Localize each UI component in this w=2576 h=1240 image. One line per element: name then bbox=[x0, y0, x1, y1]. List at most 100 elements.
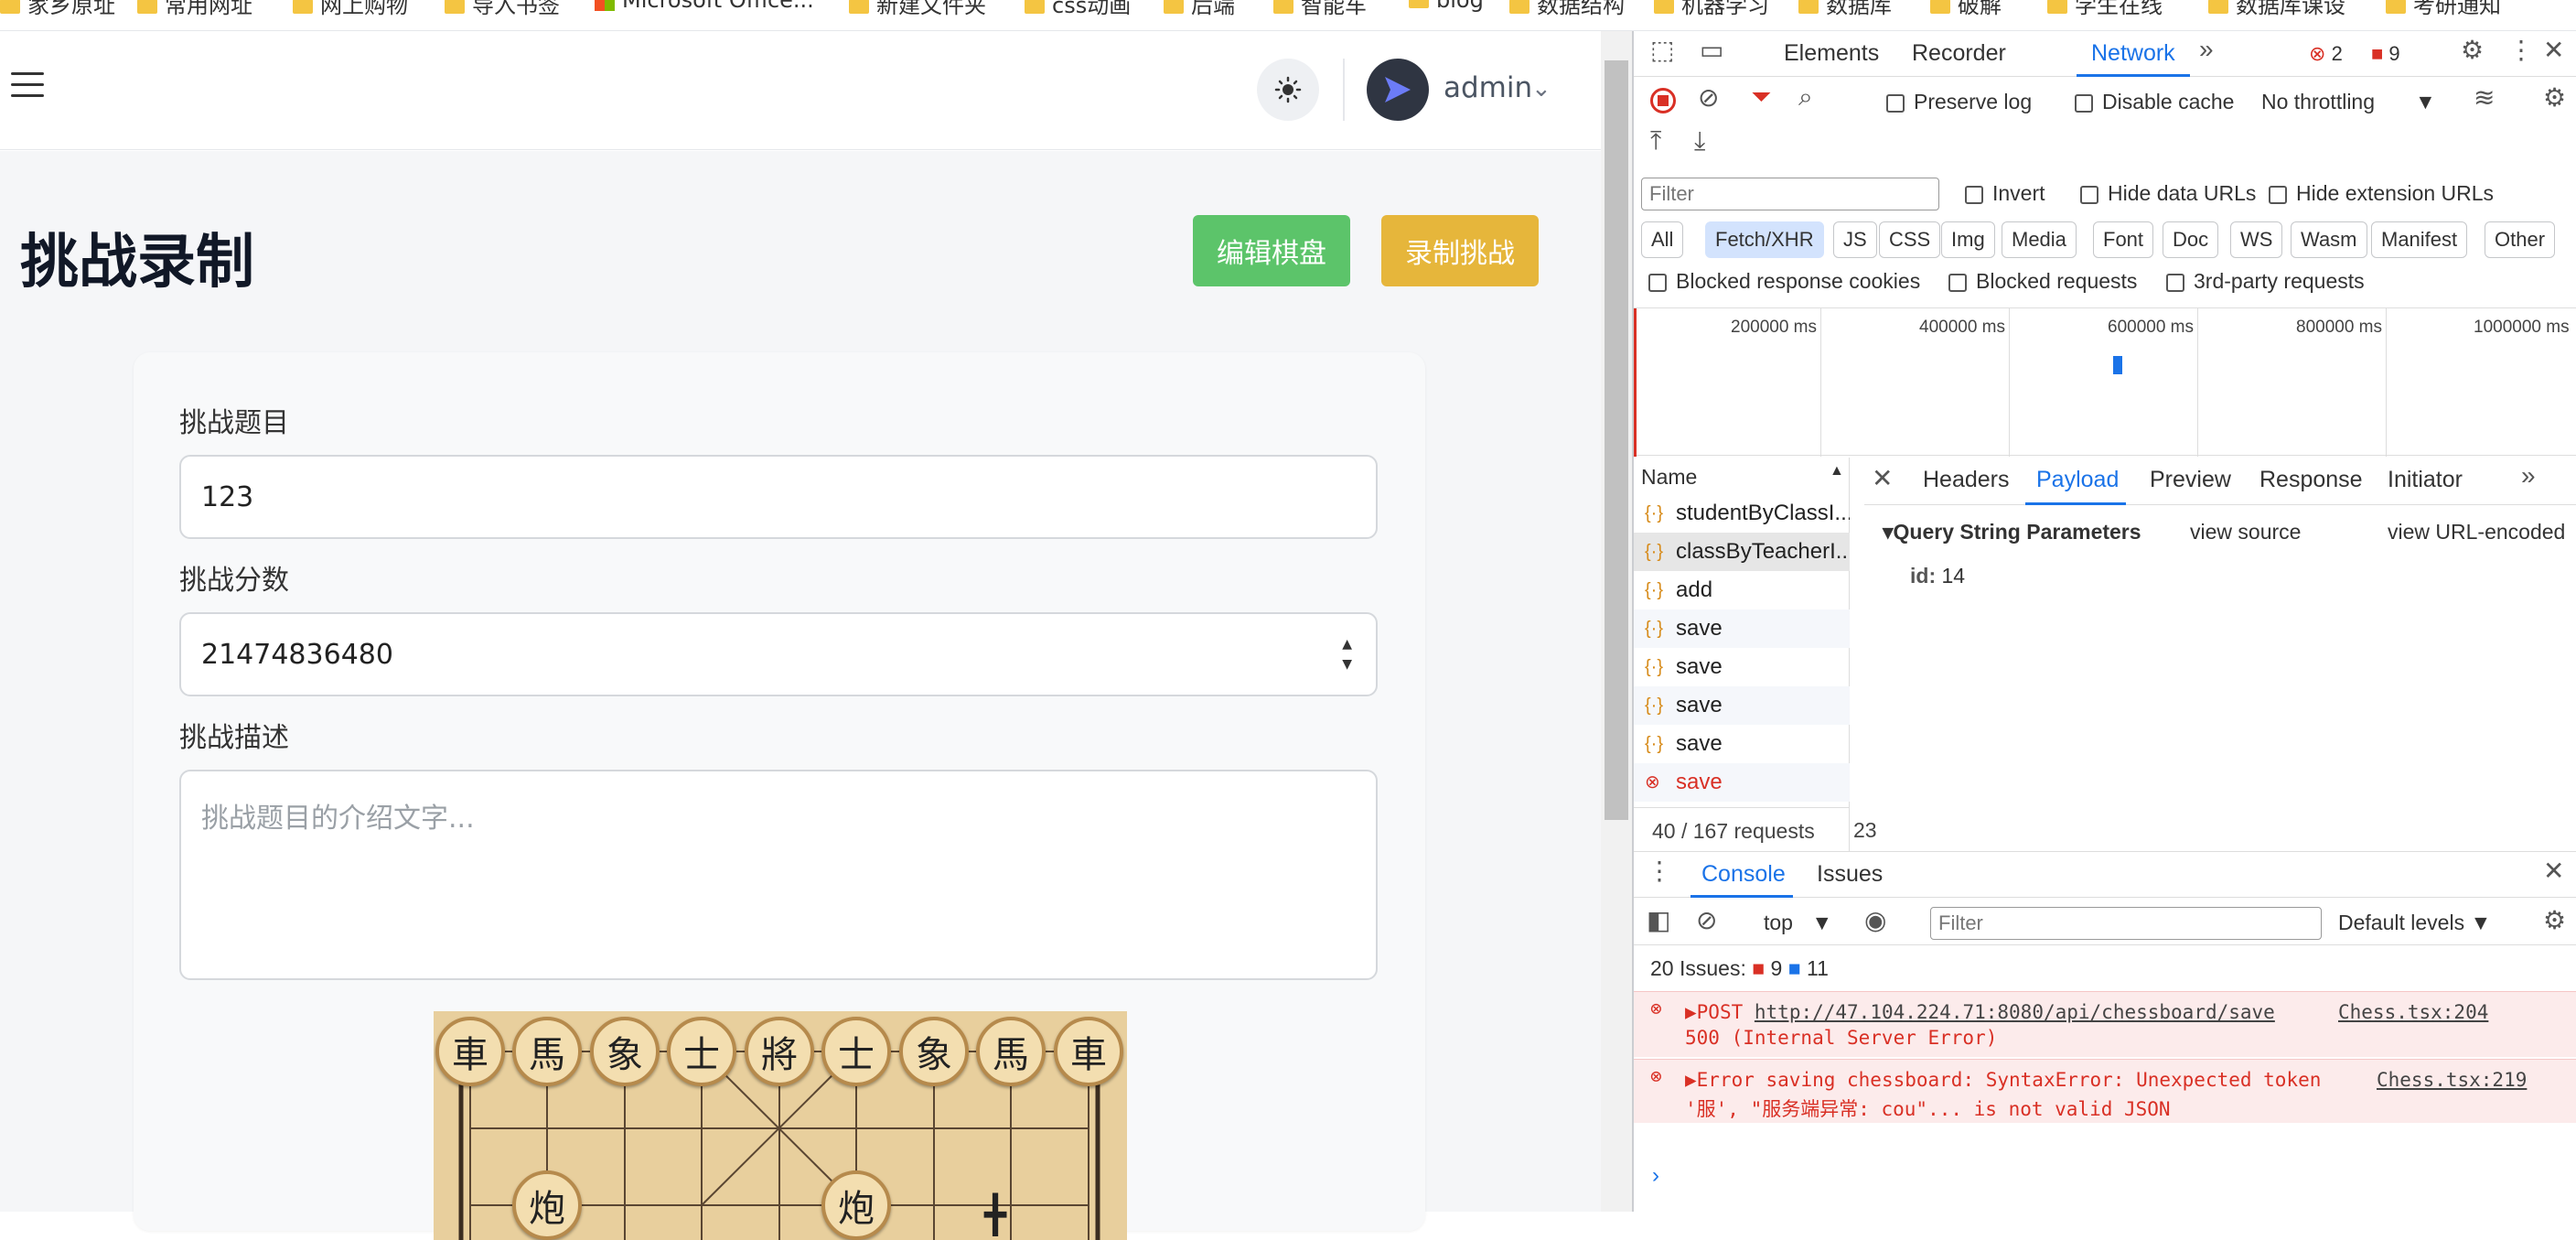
inspect-icon[interactable]: ⬚ bbox=[1650, 35, 1674, 65]
type-filter-font[interactable]: Font bbox=[2093, 221, 2154, 258]
warning-counter[interactable]: ■ 9 bbox=[2371, 42, 2400, 66]
invert-checkbox[interactable]: Invert bbox=[1965, 181, 2045, 206]
avatar[interactable] bbox=[1367, 59, 1429, 121]
query-params-section[interactable]: ▾Query String Parameters bbox=[1883, 520, 2141, 545]
request-url-link[interactable]: http://47.104.224.71:8080/api/chessboard… bbox=[1755, 1001, 2275, 1023]
close-icon[interactable]: ✕ bbox=[2543, 856, 2564, 886]
throttling-select[interactable]: No throttling ▼ bbox=[2261, 90, 2436, 114]
chess-piece[interactable]: 象 bbox=[590, 1017, 660, 1086]
bookmark-item[interactable]: 破解 bbox=[1930, 0, 2002, 18]
request-row[interactable]: {·} studentByClassI... bbox=[1634, 494, 1850, 533]
more-tabs-icon[interactable]: » bbox=[2521, 461, 2536, 491]
chess-piece[interactable]: 士 bbox=[821, 1017, 891, 1086]
source-link[interactable]: Chess.tsx:204 bbox=[2338, 1001, 2488, 1023]
levels-select[interactable]: Default levels ▼ bbox=[2338, 911, 2491, 935]
console-error-entry[interactable]: ⊗ ▶Error saving chessboard: SyntaxError:… bbox=[1634, 1059, 2576, 1123]
chess-piece[interactable]: 將 bbox=[745, 1017, 814, 1086]
chess-piece[interactable]: 士 bbox=[667, 1017, 736, 1086]
record-icon[interactable] bbox=[1650, 88, 1676, 113]
bookmark-item[interactable]: 家乡原址 bbox=[0, 0, 115, 18]
bookmark-item[interactable]: 导入书签 bbox=[445, 0, 560, 18]
menu-icon[interactable] bbox=[11, 72, 44, 100]
view-url-encoded-link[interactable]: view URL-encoded bbox=[2388, 520, 2565, 545]
type-filter-all[interactable]: All bbox=[1641, 221, 1684, 258]
theme-toggle-button[interactable] bbox=[1257, 59, 1319, 121]
type-filter-manifest[interactable]: Manifest bbox=[2371, 221, 2468, 258]
import-har-icon[interactable]: ⤒ bbox=[1650, 126, 1661, 156]
request-row[interactable]: {·} save bbox=[1634, 609, 1850, 648]
tab-payload[interactable]: Payload bbox=[2036, 467, 2119, 493]
bookmark-item[interactable]: 新建文件夹 bbox=[849, 0, 986, 18]
request-row[interactable]: {·} save bbox=[1634, 686, 1850, 725]
sort-up-icon[interactable]: ▲ bbox=[1830, 463, 1844, 480]
score-input[interactable]: 21474836480 ▲ ▼ bbox=[179, 612, 1378, 696]
console-error-entry[interactable]: ⊗ ▶POST http://47.104.224.71:8080/api/ch… bbox=[1634, 991, 2576, 1057]
bookmark-item[interactable]: 网上购物 bbox=[293, 0, 408, 18]
clear-console-icon[interactable]: ⊘ bbox=[1696, 905, 1717, 935]
search-icon[interactable]: ⌕ bbox=[1798, 82, 1813, 113]
bookmark-item[interactable]: Microsoft Office... bbox=[595, 0, 814, 13]
chess-board[interactable]: 車 馬 象 士 將 士 象 馬 車 炮 炮 ╋ bbox=[434, 1011, 1127, 1240]
type-filter-ws[interactable]: WS bbox=[2230, 221, 2283, 258]
bookmark-item[interactable]: 智能车 bbox=[1273, 0, 1367, 18]
console-prompt-icon[interactable]: › bbox=[1652, 1163, 1659, 1189]
eye-icon[interactable]: ◉ bbox=[1864, 905, 1886, 935]
bookmark-item[interactable]: 后端 bbox=[1164, 0, 1235, 18]
bookmark-item[interactable]: 数据库 bbox=[1798, 0, 1892, 18]
kebab-menu-icon[interactable]: ⋮ bbox=[1647, 856, 1672, 886]
export-har-icon[interactable]: ⤓ bbox=[1694, 126, 1705, 156]
chess-piece[interactable]: 馬 bbox=[976, 1017, 1046, 1086]
chess-piece[interactable]: 炮 bbox=[512, 1170, 582, 1240]
issues-summary[interactable]: 20 Issues: ■ 9 ■ 11 bbox=[1650, 956, 1829, 981]
network-timeline[interactable]: 200000 ms 400000 ms 600000 ms 800000 ms … bbox=[1634, 307, 2576, 457]
blocked-cookies-checkbox[interactable]: Blocked response cookies bbox=[1648, 269, 1920, 294]
source-link[interactable]: Chess.tsx:219 bbox=[2377, 1069, 2527, 1091]
bookmark-item[interactable]: 数据库课设 bbox=[2208, 0, 2345, 18]
request-row-error[interactable]: ⊗ save bbox=[1634, 763, 1850, 802]
filter-icon[interactable]: ⏷ bbox=[1751, 82, 1771, 113]
bookmark-item[interactable]: 数据结构 bbox=[1509, 0, 1625, 18]
console-filter-input[interactable]: Filter bbox=[1930, 907, 2322, 940]
chess-piece[interactable]: 象 bbox=[899, 1017, 969, 1086]
description-textarea[interactable]: 挑战题目的介绍文字... bbox=[179, 770, 1378, 980]
sidebar-toggle-icon[interactable]: ◧ bbox=[1647, 905, 1670, 935]
settings-icon[interactable]: ⚙ bbox=[2461, 35, 2484, 65]
type-filter-media[interactable]: Media bbox=[2002, 221, 2077, 258]
network-conditions-icon[interactable]: ≋ bbox=[2474, 82, 2495, 113]
type-filter-js[interactable]: JS bbox=[1833, 221, 1877, 258]
bookmark-item[interactable]: 机器学习 bbox=[1654, 0, 1769, 18]
bookmark-item[interactable]: 常用网址 bbox=[137, 0, 252, 18]
scrollbar-thumb[interactable] bbox=[1605, 60, 1628, 820]
type-filter-img[interactable]: Img bbox=[1941, 221, 1995, 258]
close-detail-icon[interactable]: ✕ bbox=[1872, 463, 1893, 493]
bookmark-item[interactable]: 考研通知 bbox=[2386, 0, 2501, 18]
chevron-down-icon[interactable]: ⌄ bbox=[1531, 75, 1551, 102]
chess-piece[interactable]: 馬 bbox=[512, 1017, 582, 1086]
edit-board-button[interactable]: 编辑棋盘 bbox=[1193, 215, 1350, 286]
user-name[interactable]: admin bbox=[1444, 71, 1532, 104]
network-settings-icon[interactable]: ⚙ bbox=[2543, 82, 2566, 113]
tab-elements[interactable]: Elements bbox=[1784, 40, 1879, 67]
third-party-checkbox[interactable]: 3rd-party requests bbox=[2166, 269, 2365, 294]
type-filter-doc[interactable]: Doc bbox=[2163, 221, 2219, 258]
type-filter-wasm[interactable]: Wasm bbox=[2291, 221, 2367, 258]
number-spinner[interactable]: ▲ ▼ bbox=[1342, 634, 1352, 674]
device-toolbar-icon[interactable]: ▭ bbox=[1700, 35, 1723, 65]
blocked-requests-checkbox[interactable]: Blocked requests bbox=[1948, 269, 2137, 294]
network-filter-input[interactable]: Filter bbox=[1641, 178, 1939, 210]
page-scrollbar[interactable] bbox=[1601, 31, 1632, 1212]
chess-piece[interactable]: 車 bbox=[1054, 1017, 1123, 1086]
hide-data-urls-checkbox[interactable]: Hide data URLs bbox=[2080, 181, 2256, 206]
close-icon[interactable]: ✕ bbox=[2543, 35, 2564, 65]
tab-response[interactable]: Response bbox=[2259, 467, 2363, 493]
chess-piece[interactable]: 車 bbox=[435, 1017, 505, 1086]
bookmark-item[interactable]: css动画 bbox=[1025, 0, 1131, 18]
tab-issues[interactable]: Issues bbox=[1817, 861, 1883, 888]
record-challenge-button[interactable]: 录制挑战 bbox=[1381, 215, 1539, 286]
type-filter-fetch[interactable]: Fetch/XHR bbox=[1705, 221, 1824, 258]
more-tabs-icon[interactable]: » bbox=[2199, 35, 2214, 64]
tab-preview[interactable]: Preview bbox=[2150, 467, 2231, 493]
request-row[interactable]: {·} save bbox=[1634, 648, 1850, 686]
request-row[interactable]: {·} save bbox=[1634, 725, 1850, 763]
title-input[interactable]: 123 bbox=[179, 455, 1378, 539]
